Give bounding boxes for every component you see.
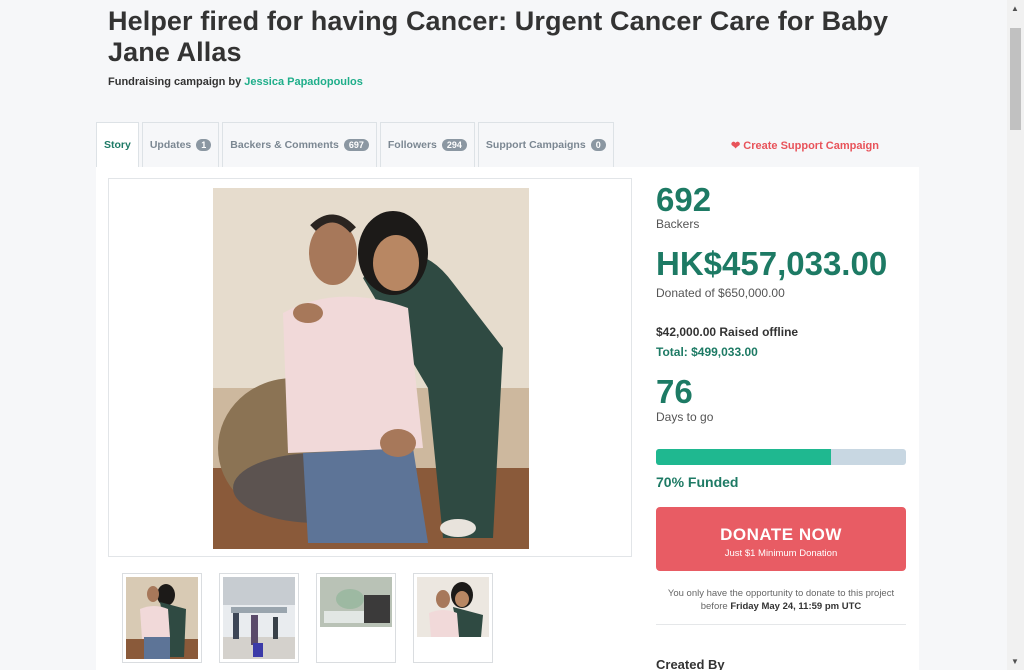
tab-followers[interactable]: Followers 294 [379, 122, 475, 167]
deadline-date: Friday May 24, 11:59 pm UTC [730, 601, 862, 612]
offline-raised: $42,000.00 Raised offline [656, 325, 799, 339]
thumbnail-3[interactable] [316, 573, 396, 663]
scroll-up-arrow-icon[interactable]: ▲ [1011, 4, 1019, 13]
heart-icon: ❤ [731, 140, 741, 152]
photo-thumbnails [122, 573, 510, 663]
author-link[interactable]: Jessica Papadopoulos [244, 76, 363, 88]
tab-backers-comments[interactable]: Backers & Comments 697 [222, 122, 377, 167]
created-by-heading: Created By [656, 657, 725, 670]
donate-now-button[interactable]: DONATE NOW Just $1 Minimum Donation [656, 507, 906, 571]
page-scrollbar[interactable]: ▲ ▼ [1007, 0, 1024, 670]
tab-support-campaigns[interactable]: Support Campaigns 0 [477, 122, 614, 167]
funding-progress-fill [656, 449, 831, 465]
funded-percent: 70% Funded [656, 474, 739, 490]
campaign-tabs: Story Updates 1 Backers & Comments 697 F… [96, 122, 617, 167]
tab-updates-label: Updates [149, 139, 192, 151]
thumbnail-1-image [126, 577, 198, 659]
donated-amount: HK$457,033.00 [656, 245, 888, 282]
thumbnail-4-image [417, 577, 489, 659]
days-label: Days to go [656, 410, 714, 424]
donate-now-label: DONATE NOW [720, 525, 842, 544]
create-support-campaign-label: Create Support Campaign [743, 140, 879, 152]
donate-min-label: Just $1 Minimum Donation [724, 548, 838, 559]
total-raised: Total: $499,033.00 [656, 345, 758, 359]
thumbnail-2-image [223, 577, 295, 659]
tab-updates[interactable]: Updates 1 [141, 122, 220, 167]
donated-of-goal: Donated of $650,000.00 [656, 286, 785, 300]
tab-support-label: Support Campaigns [485, 139, 586, 151]
backers-count: 692 [656, 181, 712, 218]
byline-prefix: Fundraising campaign by [108, 76, 245, 88]
backers-label: Backers [656, 217, 700, 231]
scroll-down-arrow-icon[interactable]: ▼ [1011, 657, 1019, 666]
create-support-campaign-link[interactable]: ❤ Create Support Campaign [731, 139, 879, 152]
divider [656, 624, 906, 625]
tab-followers-count: 294 [441, 139, 467, 151]
campaign-title: Helper fired for having Cancer: Urgent C… [108, 6, 889, 67]
thumbnail-1[interactable] [122, 573, 202, 663]
byline: Fundraising campaign by Jessica Papadopo… [108, 76, 363, 88]
thumbnail-3-image [320, 577, 392, 659]
tab-backers-count: 697 [343, 139, 369, 151]
campaign-content: 692 Backers HK$457,033.00 Donated of $65… [96, 167, 919, 670]
thumbnail-2[interactable] [219, 573, 299, 663]
main-photo[interactable] [213, 188, 529, 549]
funding-progress-bar [656, 449, 906, 465]
deadline-notice: You only have the opportunity to donate … [656, 587, 906, 613]
main-photo-frame [108, 178, 632, 557]
tab-story-label: Story [104, 139, 131, 151]
days-count: 76 [656, 373, 693, 410]
tab-support-count: 0 [590, 139, 606, 151]
tab-backers-label: Backers & Comments [230, 139, 339, 151]
tab-followers-label: Followers [387, 139, 437, 151]
scrollbar-thumb[interactable] [1010, 28, 1021, 130]
tab-story[interactable]: Story [96, 122, 139, 167]
thumbnail-4[interactable] [413, 573, 493, 663]
tab-updates-count: 1 [196, 139, 212, 151]
